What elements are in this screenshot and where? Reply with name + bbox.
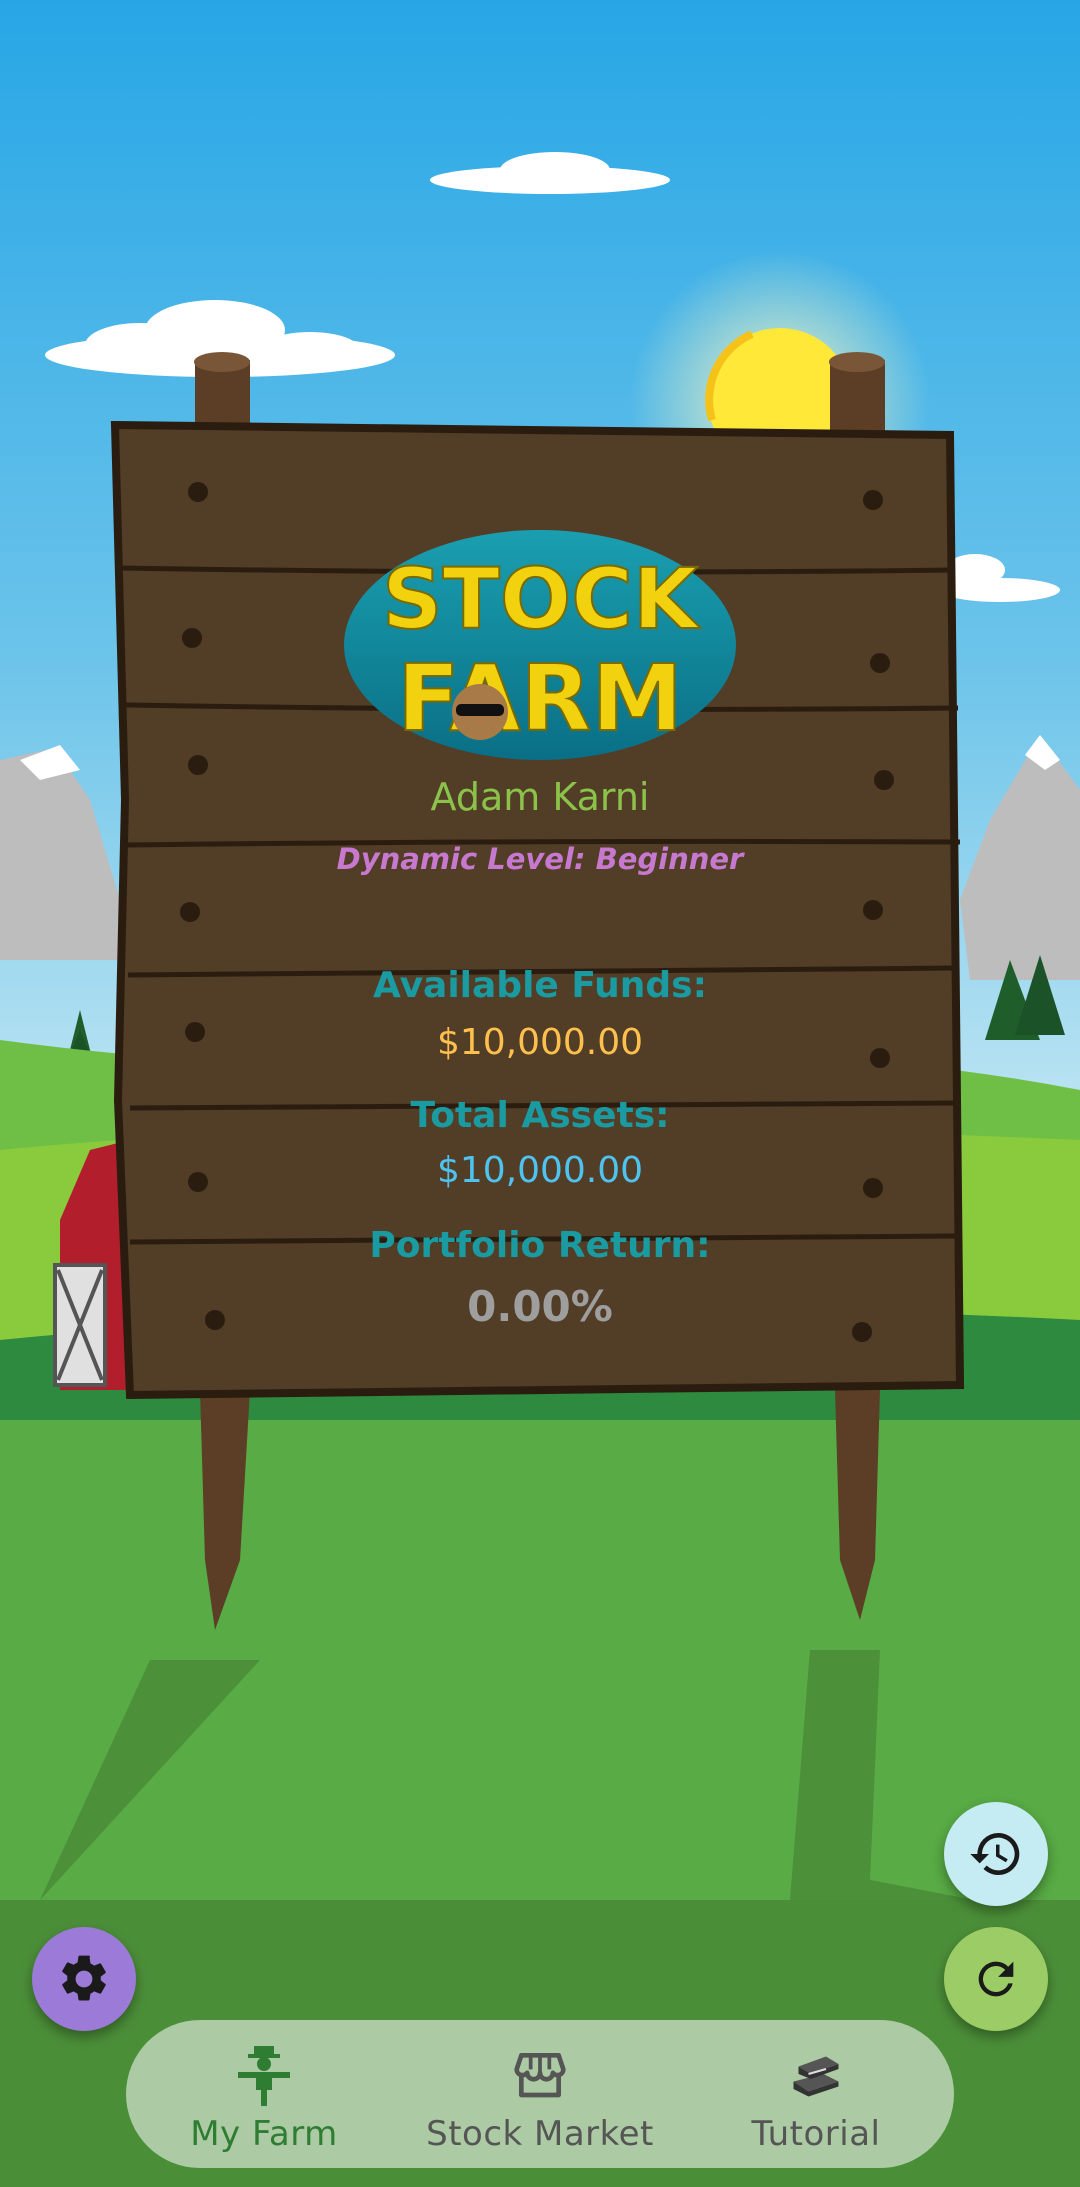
svg-text:FARM: FARM bbox=[397, 645, 683, 752]
total-assets-value: $10,000.00 bbox=[436, 1150, 644, 1191]
farm-background: STOCK FARM bbox=[0, 0, 1080, 2187]
history-button[interactable] bbox=[944, 1802, 1048, 1906]
bottom-navigation: My Farm Stock Market Tutorial bbox=[126, 2020, 954, 2168]
refresh-icon bbox=[978, 1961, 1014, 1997]
scarecrow-icon bbox=[238, 2046, 290, 2106]
nav-item-tutorial[interactable]: Tutorial bbox=[678, 2020, 954, 2168]
history-icon bbox=[970, 1833, 1020, 1875]
level-label: Dynamic Level: Beginner bbox=[336, 842, 744, 876]
nav-item-my-farm[interactable]: My Farm bbox=[126, 2020, 402, 2168]
nav-label-my-farm: My Farm bbox=[190, 2114, 338, 2154]
player-name: Adam Karni bbox=[430, 775, 650, 819]
available-funds-value: $10,000.00 bbox=[436, 1022, 644, 1063]
nav-label-tutorial: Tutorial bbox=[751, 2114, 881, 2154]
available-funds-label: Available Funds: bbox=[372, 965, 708, 1006]
gear-icon bbox=[62, 1955, 106, 2001]
portfolio-return-label: Portfolio Return: bbox=[369, 1225, 711, 1266]
svg-text:STOCK: STOCK bbox=[382, 550, 701, 648]
settings-button[interactable] bbox=[32, 1927, 136, 2031]
total-assets-label: Total Assets: bbox=[410, 1095, 670, 1136]
refresh-button[interactable] bbox=[944, 1927, 1048, 2031]
storefront-icon bbox=[514, 2053, 566, 2098]
portfolio-return-value: 0.00% bbox=[467, 1282, 613, 1331]
nav-item-stock-market[interactable]: Stock Market bbox=[402, 2020, 678, 2168]
stock-farm-logo: STOCK FARM bbox=[344, 530, 736, 760]
books-icon bbox=[793, 2056, 839, 2097]
nav-label-stock-market: Stock Market bbox=[426, 2114, 654, 2154]
